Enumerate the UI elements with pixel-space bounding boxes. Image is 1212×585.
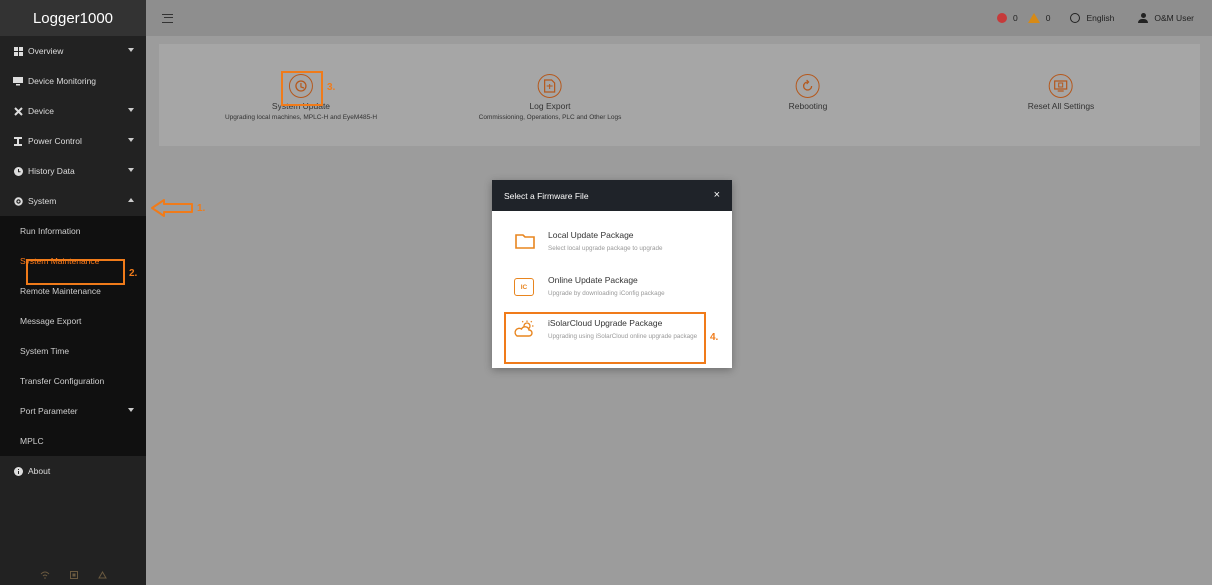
rebooting-button[interactable]: Rebooting (788, 74, 828, 111)
user-menu[interactable]: O&M User (1154, 13, 1194, 23)
sidebar-item-label: System Time (20, 346, 70, 356)
folder-icon (514, 231, 536, 251)
clock-icon (13, 166, 23, 176)
local-update-package-option[interactable]: Local Update Package Select local upgrad… (504, 225, 714, 261)
warning-count: 0 (1045, 13, 1051, 23)
sidebar-item-label: Power Control (28, 136, 82, 146)
user-icon (1138, 13, 1149, 23)
dialog-header: Select a Firmware File × (492, 180, 732, 211)
menu-toggle-icon[interactable] (162, 13, 173, 23)
sidebar-item-device-monitoring[interactable]: Device Monitoring (0, 66, 146, 96)
chevron-down-icon (128, 408, 134, 412)
top-bar: 0 0 English O&M User (146, 0, 1212, 36)
sidebar-item-system-time[interactable]: System Time (0, 336, 146, 366)
sidebar-item-label: Device Monitoring (28, 76, 97, 86)
log-export-button[interactable]: Log Export Commissioning, Operations, PL… (478, 74, 622, 121)
tools-icon (13, 106, 23, 116)
sidebar-item-overview[interactable]: Overview (0, 36, 146, 66)
sidebar-item-label: About (28, 466, 51, 476)
warning-icon[interactable] (1027, 13, 1040, 23)
sidebar-item-run-information[interactable]: Run Information (0, 216, 146, 246)
chevron-down-icon (128, 108, 134, 112)
annotation-arrow-1 (151, 199, 193, 217)
device-status-icon (69, 571, 78, 581)
reset-icon (1049, 74, 1073, 98)
sidebar-item-label: History Data (28, 166, 75, 176)
sidebar-item-history-data[interactable]: History Data (0, 156, 146, 186)
gear-icon (13, 196, 23, 206)
option-title: Online Update Package (548, 275, 638, 285)
iconfig-icon-text: IC (520, 283, 528, 291)
sidebar-item-label: Overview (28, 46, 64, 56)
sidebar-item-mplc[interactable]: MPLC (0, 426, 146, 456)
function-desc: Commissioning, Operations, PLC and Other… (478, 114, 622, 121)
sidebar-item-power-control[interactable]: Power Control (0, 126, 146, 156)
chevron-down-icon (128, 138, 134, 142)
annotation-step-3: 3. (327, 82, 336, 93)
function-title: Rebooting (788, 101, 828, 111)
close-icon[interactable]: × (714, 189, 720, 201)
annotation-box-2 (26, 259, 125, 285)
dialog-title: Select a Firmware File (504, 190, 589, 201)
sidebar-item-label: Port Parameter (20, 406, 78, 416)
sidebar-item-label: Device (28, 106, 54, 116)
iconfig-icon: IC (514, 278, 534, 296)
sidebar-item-port-parameter[interactable]: Port Parameter (0, 396, 146, 426)
sidebar-item-message-export[interactable]: Message Export (0, 306, 146, 336)
function-desc: Upgrading local machines, MPLC-H and Eye… (224, 114, 378, 121)
chevron-up-icon (128, 198, 134, 202)
language-select[interactable]: English (1086, 13, 1114, 23)
sidebar-item-transfer-configuration[interactable]: Transfer Configuration (0, 366, 146, 396)
error-count: 0 (1012, 13, 1018, 23)
annotation-step-1: 1. (197, 203, 206, 214)
function-title: Reset All Settings (1027, 101, 1095, 111)
sidebar-item-label: Message Export (20, 316, 82, 326)
sidebar-item-label: Remote Maintenance (20, 286, 101, 296)
option-title: Local Update Package (548, 230, 634, 240)
sidebar: Logger1000 Overview Device Monitoring De… (0, 0, 146, 585)
wifi-icon (40, 571, 50, 581)
sidebar-item-label: MPLC (20, 436, 44, 446)
chevron-down-icon (128, 48, 134, 52)
annotation-box-4 (504, 312, 706, 364)
online-update-package-option[interactable]: IC Online Update Package Upgrade by down… (504, 270, 714, 306)
function-title: Log Export (529, 101, 571, 111)
sidebar-status-bar (0, 567, 146, 585)
sidebar-item-label: Run Information (20, 226, 81, 236)
system-submenu: Run Information System Maintenance Remot… (0, 216, 146, 456)
sidebar-item-about[interactable]: About (0, 456, 146, 486)
option-desc: Select local upgrade package to upgrade (548, 245, 663, 252)
top-bar-status: 0 0 English O&M User (996, 0, 1194, 36)
sidebar-item-device[interactable]: Device (0, 96, 146, 126)
sidebar-item-label: Transfer Configuration (20, 376, 105, 386)
reboot-icon (795, 74, 820, 98)
monitor-icon (13, 76, 23, 86)
info-icon (13, 466, 23, 476)
power-control-icon (13, 136, 23, 146)
option-desc: Upgrade by downloading iConfig package (548, 290, 665, 297)
app-title: Logger1000 (0, 0, 146, 36)
annotation-step-4: 4. (710, 332, 719, 343)
error-icon[interactable] (996, 13, 1007, 23)
annotation-step-2: 2. (129, 268, 138, 279)
cloud-status-icon (97, 571, 107, 581)
reset-all-settings-button[interactable]: Reset All Settings (1027, 74, 1095, 111)
sidebar-item-label: System (28, 196, 57, 206)
annotation-box-3 (281, 71, 323, 106)
grid-icon (13, 46, 23, 56)
chevron-down-icon (128, 168, 134, 172)
globe-icon (1070, 13, 1081, 23)
sidebar-item-system[interactable]: System (0, 186, 146, 216)
log-export-icon (538, 74, 562, 98)
